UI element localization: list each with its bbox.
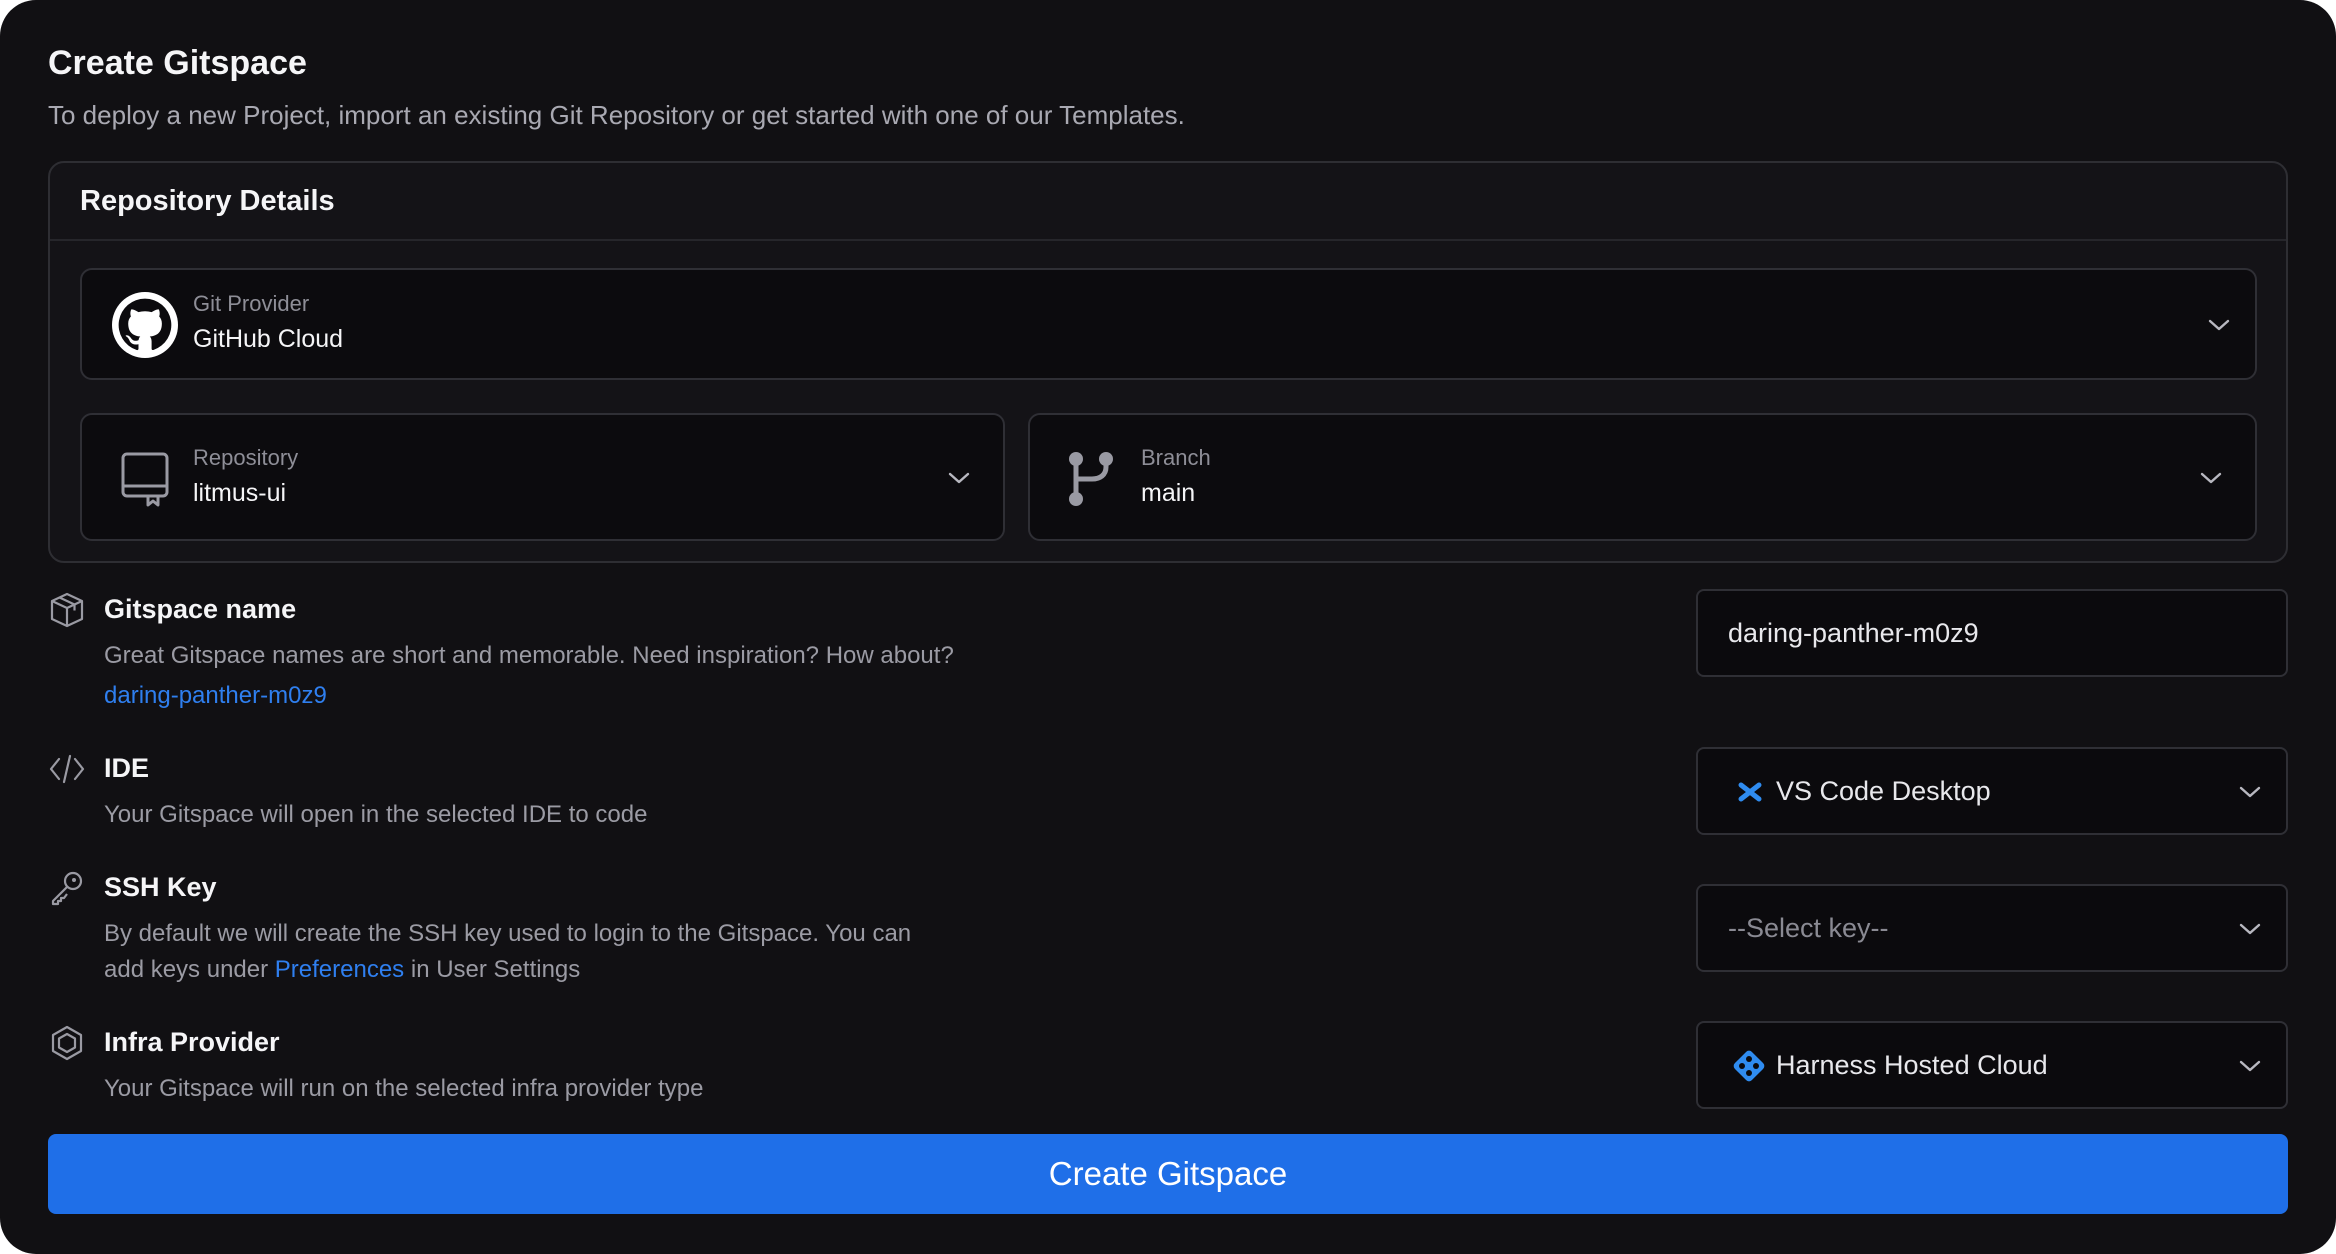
branch-select[interactable]: Branch main	[1028, 413, 2257, 541]
chevron-down-icon	[2200, 472, 2222, 484]
gitspace-name-suggestion-link[interactable]: daring-panther-m0z9	[104, 678, 327, 714]
cube-icon	[50, 592, 84, 628]
gitspace-name-description: Great Gitspace names are short and memor…	[104, 642, 954, 669]
harness-icon	[1733, 1050, 1765, 1082]
infra-provider-select[interactable]: Harness Hosted Cloud	[1696, 1021, 2288, 1109]
ide-select[interactable]: VS Code Desktop	[1696, 747, 2288, 835]
create-gitspace-dialog: Create Gitspace To deploy a new Project,…	[0, 0, 2336, 1254]
preferences-link[interactable]: Preferences	[275, 956, 404, 983]
ide-title: IDE	[104, 753, 150, 783]
page-title: Create Gitspace	[48, 44, 307, 82]
infra-provider-title: Infra Provider	[104, 1027, 280, 1057]
ssh-key-title: SSH Key	[104, 872, 217, 902]
chevron-down-icon	[2239, 1060, 2261, 1072]
branch-value: main	[1141, 479, 1196, 507]
repo-book-icon	[121, 452, 169, 507]
repository-value: litmus-ui	[193, 479, 287, 507]
branch-label: Branch	[1141, 445, 1211, 470]
infra-provider-select-value: Harness Hosted Cloud	[1776, 1049, 2048, 1080]
page-subtitle: To deploy a new Project, import an exist…	[48, 100, 1185, 130]
gitspace-name-title: Gitspace name	[104, 594, 297, 624]
gitspace-name-input[interactable]: daring-panther-m0z9	[1696, 589, 2288, 677]
code-icon	[49, 754, 85, 784]
ssh-key-select-placeholder: --Select key--	[1728, 912, 1889, 943]
git-provider-label: Git Provider	[193, 291, 310, 316]
chevron-down-icon	[2239, 923, 2261, 935]
git-provider-value: GitHub Cloud	[193, 325, 344, 353]
ssh-key-description-line1: By default we will create the SSH key us…	[104, 920, 912, 947]
git-branch-icon	[1069, 452, 1113, 506]
chevron-down-icon	[2208, 319, 2230, 331]
chevron-down-icon	[2239, 786, 2261, 798]
key-icon	[51, 871, 83, 906]
ide-select-value: VS Code Desktop	[1776, 775, 1991, 806]
ssh-key-description: By default we will create the SSH key us…	[104, 916, 911, 988]
hexagon-icon	[51, 1025, 83, 1061]
ssh-key-description-line2: add keys under	[104, 956, 275, 983]
ssh-key-select[interactable]: --Select key--	[1696, 884, 2288, 972]
chevron-down-icon	[948, 472, 970, 484]
ssh-key-description-suffix: in User Settings	[404, 956, 581, 983]
repository-details-card: Repository Details Git Provider GitHub C…	[48, 161, 2288, 563]
github-icon	[112, 292, 178, 358]
vscode-icon	[1738, 782, 1762, 802]
infra-provider-description: Your Gitspace will run on the selected i…	[104, 1075, 704, 1102]
git-provider-select[interactable]: Git Provider GitHub Cloud	[80, 268, 2257, 380]
ide-description: Your Gitspace will open in the selected …	[104, 801, 648, 828]
repository-select[interactable]: Repository litmus-ui	[80, 413, 1005, 541]
create-gitspace-button[interactable]: Create Gitspace	[48, 1134, 2288, 1214]
repository-details-heading: Repository Details	[50, 163, 2286, 241]
gitspace-name-input-value: daring-panther-m0z9	[1728, 617, 1979, 648]
repository-label: Repository	[193, 445, 299, 470]
